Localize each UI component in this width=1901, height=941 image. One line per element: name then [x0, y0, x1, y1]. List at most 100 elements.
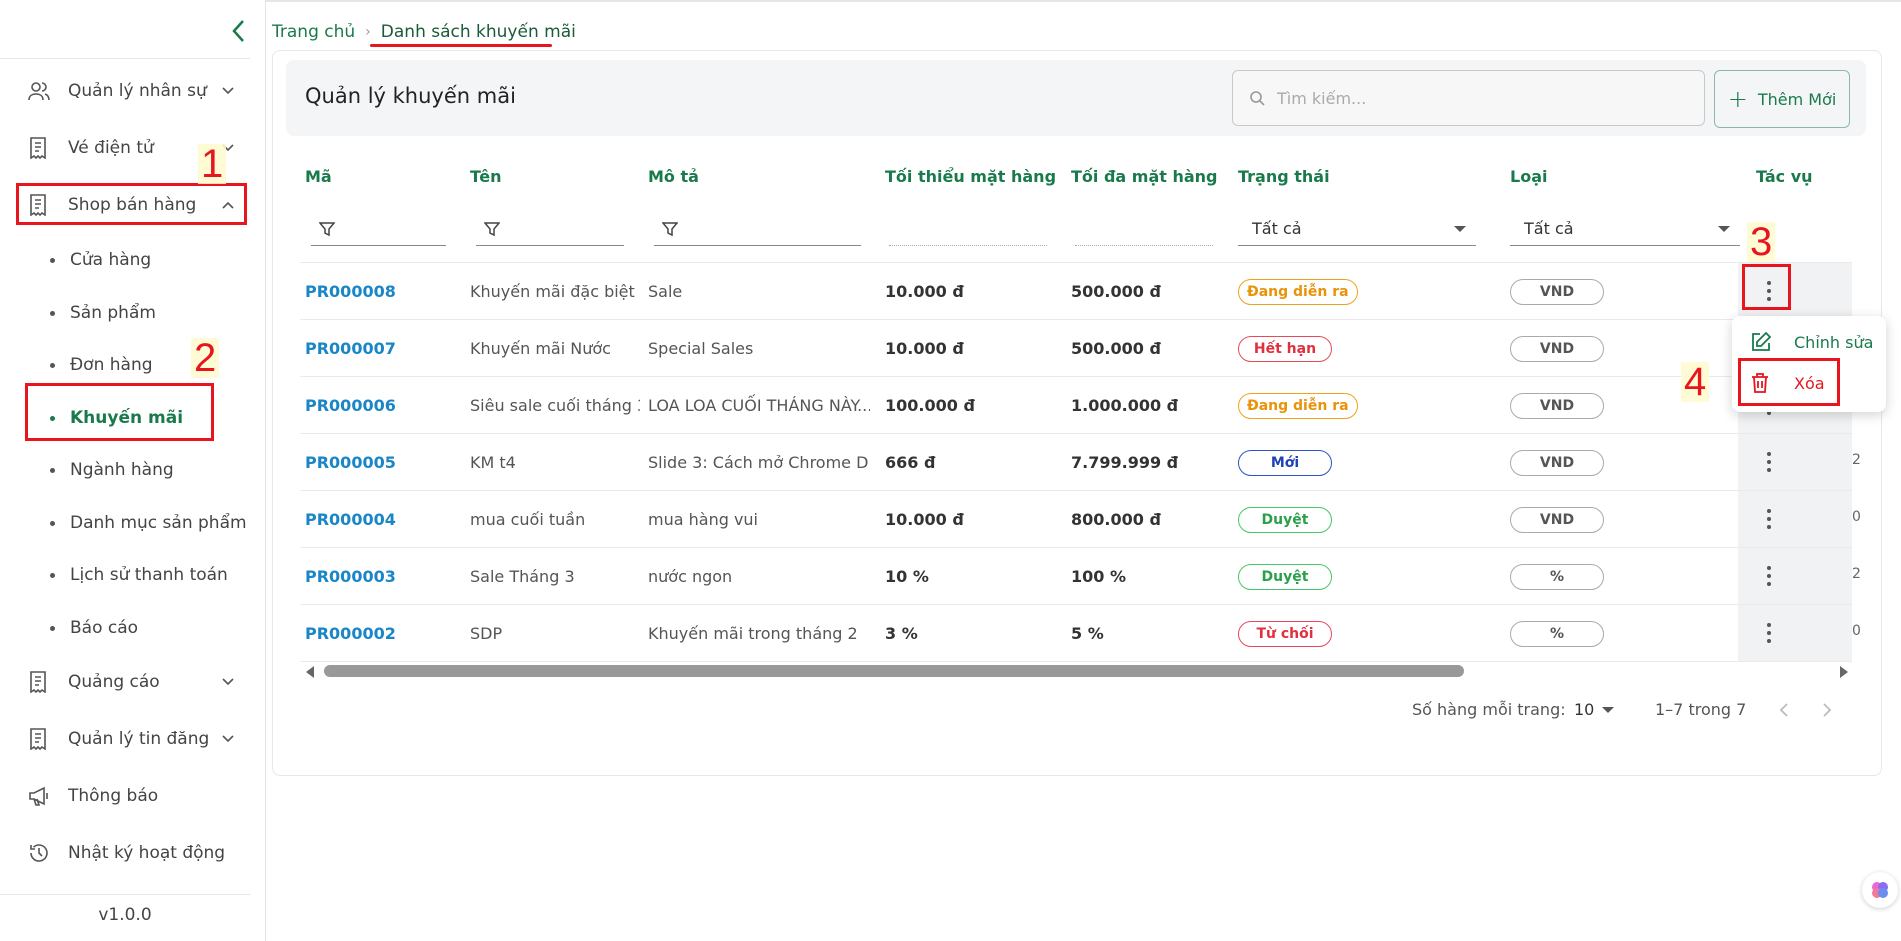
- breadcrumb-separator: ›: [365, 24, 371, 40]
- table-row: PR000003 Sale Tháng 3 nước ngon 10 % 100 % Du…: [300, 547, 1861, 605]
- search-input[interactable]: [1277, 88, 1677, 108]
- sidebar-item-label: Quản lý tin đăng: [68, 729, 210, 749]
- scroll-right-arrow[interactable]: [1840, 666, 1848, 678]
- annotation-number: 1: [198, 144, 227, 184]
- filter-name[interactable]: [476, 212, 624, 246]
- cell-desc: nước ngon: [648, 567, 733, 586]
- cell-code[interactable]: PR000004: [305, 491, 455, 548]
- rows-per-page-select[interactable]: 10: [1574, 700, 1615, 719]
- horizontal-scrollbar[interactable]: [304, 663, 1850, 679]
- dot: [1767, 460, 1771, 464]
- sidebar-subitem-products[interactable]: Sản phẩm: [50, 293, 250, 333]
- sidebar-subitem-reports[interactable]: Báo cáo: [50, 608, 250, 648]
- type-badge: %: [1510, 563, 1604, 590]
- cell-desc: LOA LOA CUỐI THÁNG NÀY...: [648, 396, 870, 415]
- prev-page-button[interactable]: [1772, 698, 1796, 722]
- cell-type: VND: [1510, 491, 1650, 548]
- bullet: [50, 467, 55, 473]
- brain-icon: [1872, 882, 1888, 898]
- top-border: [0, 0, 1901, 2]
- column-header-code[interactable]: Mã: [305, 167, 332, 186]
- edit-label: Chỉnh sửa: [1794, 332, 1874, 352]
- column-header-type[interactable]: Loại: [1510, 167, 1547, 186]
- receipt-icon: [20, 728, 60, 750]
- sidebar-item-ads[interactable]: Quảng cáo: [20, 660, 240, 704]
- receipt-icon: [20, 671, 60, 693]
- collapse-sidebar-button[interactable]: [224, 16, 254, 46]
- sidebar-item-notifications[interactable]: Thông báo: [20, 774, 240, 818]
- breadcrumb-home[interactable]: Trang chủ: [272, 22, 355, 42]
- table-row: PR000006 Siêu sale cuối tháng 3 LOA LOA CU…: [300, 376, 1852, 433]
- edit-menu-item[interactable]: Chỉnh sửa: [1750, 324, 1873, 360]
- column-header-description[interactable]: Mô tả: [648, 167, 699, 186]
- receipt-icon: [20, 137, 60, 159]
- chevron-right-icon: [1823, 703, 1832, 717]
- caret-down-icon: [1718, 225, 1730, 232]
- filter-code[interactable]: [311, 212, 446, 246]
- annotation-box: [25, 383, 214, 441]
- app-version: v1.0.0: [98, 905, 152, 925]
- table-row: PR000007 Khuyến mãi Nước Special Sales 10.0…: [300, 319, 1852, 376]
- sidebar-subitem-stores[interactable]: Cửa hàng: [50, 240, 250, 280]
- sidebar-subitem-categories[interactable]: Ngành hàng: [50, 450, 250, 490]
- cell-name: mua cuối tuần: [470, 510, 586, 529]
- row-actions-button[interactable]: [1754, 499, 1784, 539]
- filter-max-items[interactable]: [1075, 212, 1213, 246]
- cell-status: Đang diễn ra: [1238, 263, 1438, 320]
- type-badge: VND: [1510, 449, 1604, 476]
- cell-desc: Sale: [648, 282, 683, 301]
- column-header-status[interactable]: Trạng thái: [1238, 167, 1330, 186]
- cell-name: KM t4: [470, 453, 516, 472]
- assistant-button[interactable]: [1862, 872, 1898, 908]
- filter-description[interactable]: [654, 212, 861, 246]
- sidebar-item-label: Thông báo: [68, 786, 159, 806]
- row-actions-button[interactable]: [1754, 442, 1784, 482]
- status-badge: Đang diễn ra: [1238, 278, 1358, 305]
- sidebar-subitem-label: Ngành hàng: [70, 460, 174, 480]
- sidebar-subitem-payment-history[interactable]: Lịch sử thanh toán: [50, 555, 250, 595]
- dot: [1767, 517, 1771, 521]
- row-actions-button[interactable]: [1754, 613, 1784, 653]
- sidebar-subitem-label: Báo cáo: [70, 618, 139, 638]
- edit-icon: [1750, 331, 1774, 353]
- column-header-max-items[interactable]: Tối đa mặt hàng: [1071, 167, 1218, 186]
- annotation-number: 2: [191, 338, 220, 378]
- add-new-button[interactable]: + Thêm Mới: [1714, 70, 1850, 128]
- cell-code[interactable]: PR000002: [305, 605, 455, 662]
- scrollbar-thumb[interactable]: [324, 665, 1464, 677]
- cell-code[interactable]: PR000008: [305, 263, 455, 320]
- type-badge: VND: [1510, 335, 1604, 362]
- column-header-min-items[interactable]: Tối thiểu mặt hàng: [885, 167, 1056, 186]
- cell-code[interactable]: PR000006: [305, 377, 455, 434]
- bullet: [50, 362, 55, 368]
- sidebar-item-listings[interactable]: Quản lý tin đăng: [20, 717, 240, 761]
- sidebar-subitem-label: Cửa hàng: [70, 250, 152, 270]
- cell-code[interactable]: PR000003: [305, 548, 455, 605]
- status-filter-select[interactable]: Tất cả: [1238, 212, 1476, 246]
- sidebar-item-activity-log[interactable]: Nhật ký hoạt động: [20, 831, 240, 875]
- sidebar-item-hr[interactable]: Quản lý nhân sự: [20, 69, 240, 113]
- truncated-cell: 2: [1852, 452, 1861, 468]
- next-page-button[interactable]: [1815, 698, 1839, 722]
- type-filter-value: Tất cả: [1524, 219, 1574, 238]
- type-filter-select[interactable]: Tất cả: [1510, 212, 1740, 246]
- truncated-cell: 2: [1852, 566, 1861, 582]
- filter-min-items[interactable]: [889, 212, 1047, 246]
- annotation-box: [1742, 264, 1791, 310]
- cell-code[interactable]: PR000005: [305, 434, 455, 491]
- column-header-name[interactable]: Tên: [470, 167, 502, 186]
- history-icon: [20, 842, 60, 864]
- sidebar-subitem-orders[interactable]: Đơn hàng: [50, 345, 250, 385]
- search-box[interactable]: [1232, 70, 1705, 126]
- scroll-left-arrow[interactable]: [306, 666, 314, 678]
- row-actions-button[interactable]: [1754, 556, 1784, 596]
- cell-max: 500.000 đ: [1071, 282, 1161, 301]
- cell-status: Duyệt: [1238, 548, 1438, 605]
- sidebar-subitem-label: Danh mục sản phẩm: [70, 513, 247, 533]
- status-badge: Từ chối: [1238, 620, 1332, 647]
- cell-max: 5 %: [1071, 624, 1104, 643]
- sidebar-subitem-product-categories[interactable]: Danh mục sản phẩm: [50, 503, 250, 543]
- dot: [1767, 566, 1771, 570]
- cell-code[interactable]: PR000007: [305, 320, 455, 377]
- cell-desc: Slide 3: Cách mở Chrome D...: [648, 453, 870, 472]
